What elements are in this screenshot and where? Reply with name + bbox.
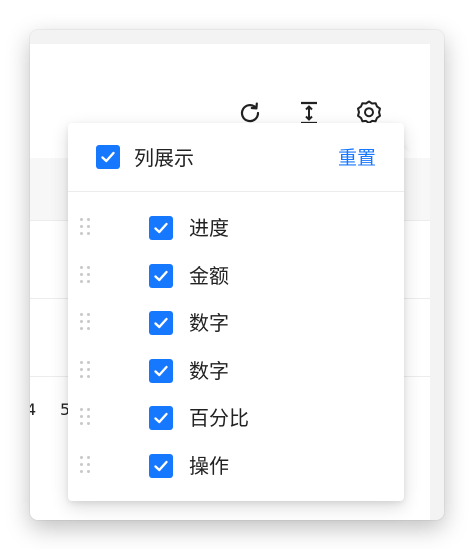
drag-handle-icon[interactable] (80, 313, 92, 333)
column-item[interactable]: 数字 (68, 348, 404, 394)
drag-handle-icon[interactable] (80, 455, 92, 476)
check-icon (154, 412, 168, 424)
column-label: 数字 (189, 358, 229, 383)
drag-handle-icon[interactable] (80, 218, 92, 238)
column-item[interactable]: 金额 (68, 253, 404, 299)
reset-button[interactable]: 重置 (338, 145, 376, 171)
column-label: 进度 (189, 216, 229, 240)
check-icon (154, 460, 168, 471)
select-all-checkbox[interactable] (96, 145, 120, 169)
column-checkbox[interactable] (149, 358, 173, 383)
column-label: 金额 (189, 263, 229, 288)
column-label: 操作 (189, 453, 229, 478)
check-icon (154, 222, 168, 234)
column-settings-popover: 列展示 重置 进度 金额 数字 数字 百分比 操作 (68, 123, 404, 501)
column-display-label: 列展示 (134, 146, 194, 170)
drag-handle-icon[interactable] (80, 265, 92, 286)
table-cell: 4 (30, 400, 37, 419)
column-label: 数字 (189, 311, 229, 335)
column-item[interactable]: 操作 (68, 443, 404, 489)
column-checkbox[interactable] (149, 263, 173, 288)
column-item[interactable]: 数字 (68, 300, 404, 346)
column-checkbox[interactable] (149, 311, 173, 335)
column-checkbox[interactable] (149, 453, 173, 478)
popover-header: 列展示 重置 (68, 123, 404, 192)
check-icon (101, 151, 115, 163)
column-item[interactable]: 进度 (68, 205, 404, 251)
column-item[interactable]: 百分比 (68, 395, 404, 441)
check-icon (154, 317, 168, 329)
check-icon (154, 270, 168, 281)
drag-handle-icon[interactable] (80, 408, 92, 428)
check-icon (154, 365, 168, 376)
column-checkbox[interactable] (149, 216, 173, 240)
column-checkbox[interactable] (149, 406, 173, 430)
column-label: 百分比 (189, 406, 249, 430)
drag-handle-icon[interactable] (80, 360, 92, 381)
